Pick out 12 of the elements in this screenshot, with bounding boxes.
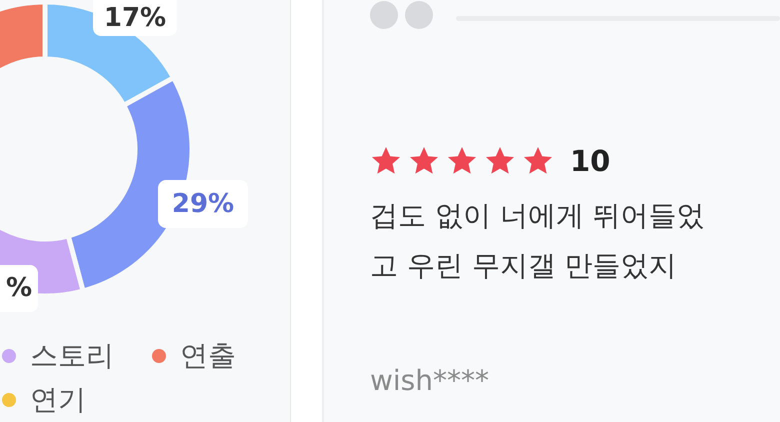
avatar-placeholder-icon [405,1,433,29]
percent-label: 29% [158,180,248,228]
author-name: wish**** [370,365,490,397]
review-text: 겁도 없이 너에게 뛰어들었 [370,198,706,234]
review-text: 고 우린 무지갤 만들었지 [370,248,678,284]
percent-label: 17% [93,0,177,36]
avatar-placeholder-icon [370,1,398,29]
rating-score: 10 [570,146,610,176]
legend-label: 연기 [30,384,86,416]
legend-label: 연출 [180,340,236,372]
legend-label: 스토리 [30,340,114,372]
percent-label: % [0,265,38,312]
